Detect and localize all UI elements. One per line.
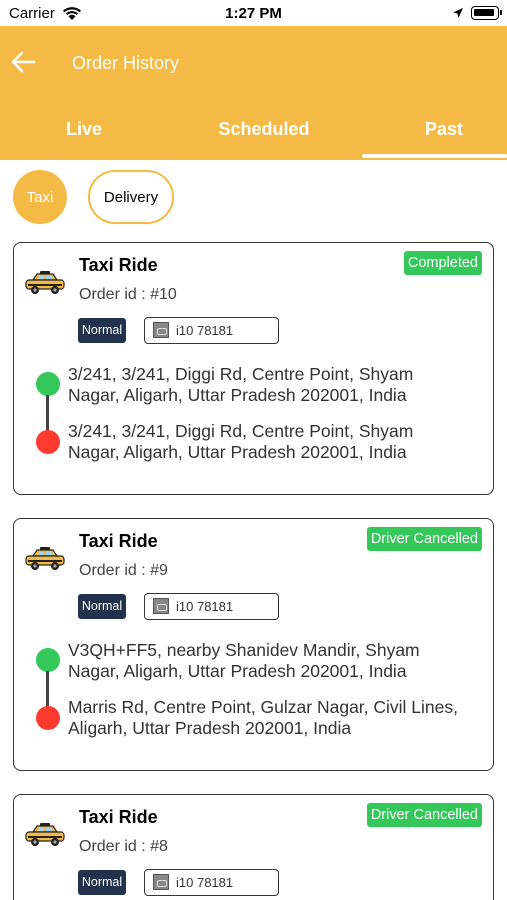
route-line — [46, 671, 49, 708]
app-header: Order History Live Scheduled Past — [0, 26, 507, 160]
vehicle-number: i10 78181 — [176, 599, 234, 614]
tab-past[interactable]: Past — [378, 119, 507, 140]
green-dot-icon — [36, 648, 60, 672]
tab-scheduled[interactable]: Scheduled — [196, 119, 332, 140]
ride-title: Taxi Ride — [79, 531, 158, 551]
taxi-icon — [25, 271, 65, 294]
vehicle-number: i10 78181 — [176, 323, 234, 338]
car-photo-icon — [153, 322, 169, 338]
car-photo-icon — [153, 598, 169, 614]
vehicle-number: i10 78181 — [176, 875, 234, 890]
status-badge: Driver Cancelled — [366, 527, 482, 551]
car-photo-icon — [153, 874, 169, 890]
ride-title: Taxi Ride — [79, 807, 158, 827]
route-line — [46, 395, 49, 432]
order-id: Order id : #10 — [79, 286, 177, 303]
taxi-icon — [25, 823, 65, 846]
page-title: Order History — [72, 53, 180, 73]
ride-type-badge: Normal — [78, 870, 126, 895]
back-button[interactable] — [10, 50, 38, 74]
order-id: Order id : #8 — [79, 838, 168, 855]
vehicle-info: i10 78181 — [144, 869, 279, 896]
red-dot-icon — [36, 430, 60, 454]
pickup-address: 3/241, 3/241, Diggi Rd, Centre Point, Sh… — [68, 364, 414, 405]
filter-taxi-chip[interactable]: Taxi — [13, 170, 67, 224]
ride-type-badge: Normal — [78, 594, 126, 619]
taxi-icon — [25, 547, 65, 570]
clock: 1:27 PM — [225, 5, 282, 22]
status-badge: Driver Cancelled — [366, 803, 482, 827]
order-card[interactable]: Taxi Ride Order id : #9 Driver Cancelled… — [13, 518, 494, 771]
status-bar: Carrier 1:27 PM — [0, 0, 507, 26]
arrow-left-icon — [11, 51, 36, 73]
drop-address: 3/241, 3/241, Diggi Rd, Centre Point, Sh… — [68, 421, 414, 462]
ride-title: Taxi Ride — [79, 255, 158, 275]
vehicle-info: i10 78181 — [144, 317, 279, 344]
order-card[interactable]: Taxi Ride Order id : #8 Driver Cancelled… — [13, 794, 494, 900]
status-badge: Completed — [403, 251, 482, 275]
battery-icon — [471, 6, 502, 20]
location-arrow-icon — [453, 8, 463, 18]
order-id: Order id : #9 — [79, 562, 168, 579]
tab-live[interactable]: Live — [18, 119, 150, 140]
filter-delivery-chip[interactable]: Delivery — [88, 170, 174, 224]
drop-address: Marris Rd, Centre Point, Gulzar Nagar, C… — [68, 697, 458, 738]
vehicle-info: i10 78181 — [144, 593, 279, 620]
pickup-address: V3QH+FF5, nearby Shanidev Mandir, Shyam … — [68, 640, 420, 681]
active-tab-indicator — [362, 154, 507, 158]
order-card[interactable]: Taxi Ride Order id : #10 Completed Norma… — [13, 242, 494, 495]
ride-type-badge: Normal — [78, 318, 126, 343]
red-dot-icon — [36, 706, 60, 730]
green-dot-icon — [36, 372, 60, 396]
